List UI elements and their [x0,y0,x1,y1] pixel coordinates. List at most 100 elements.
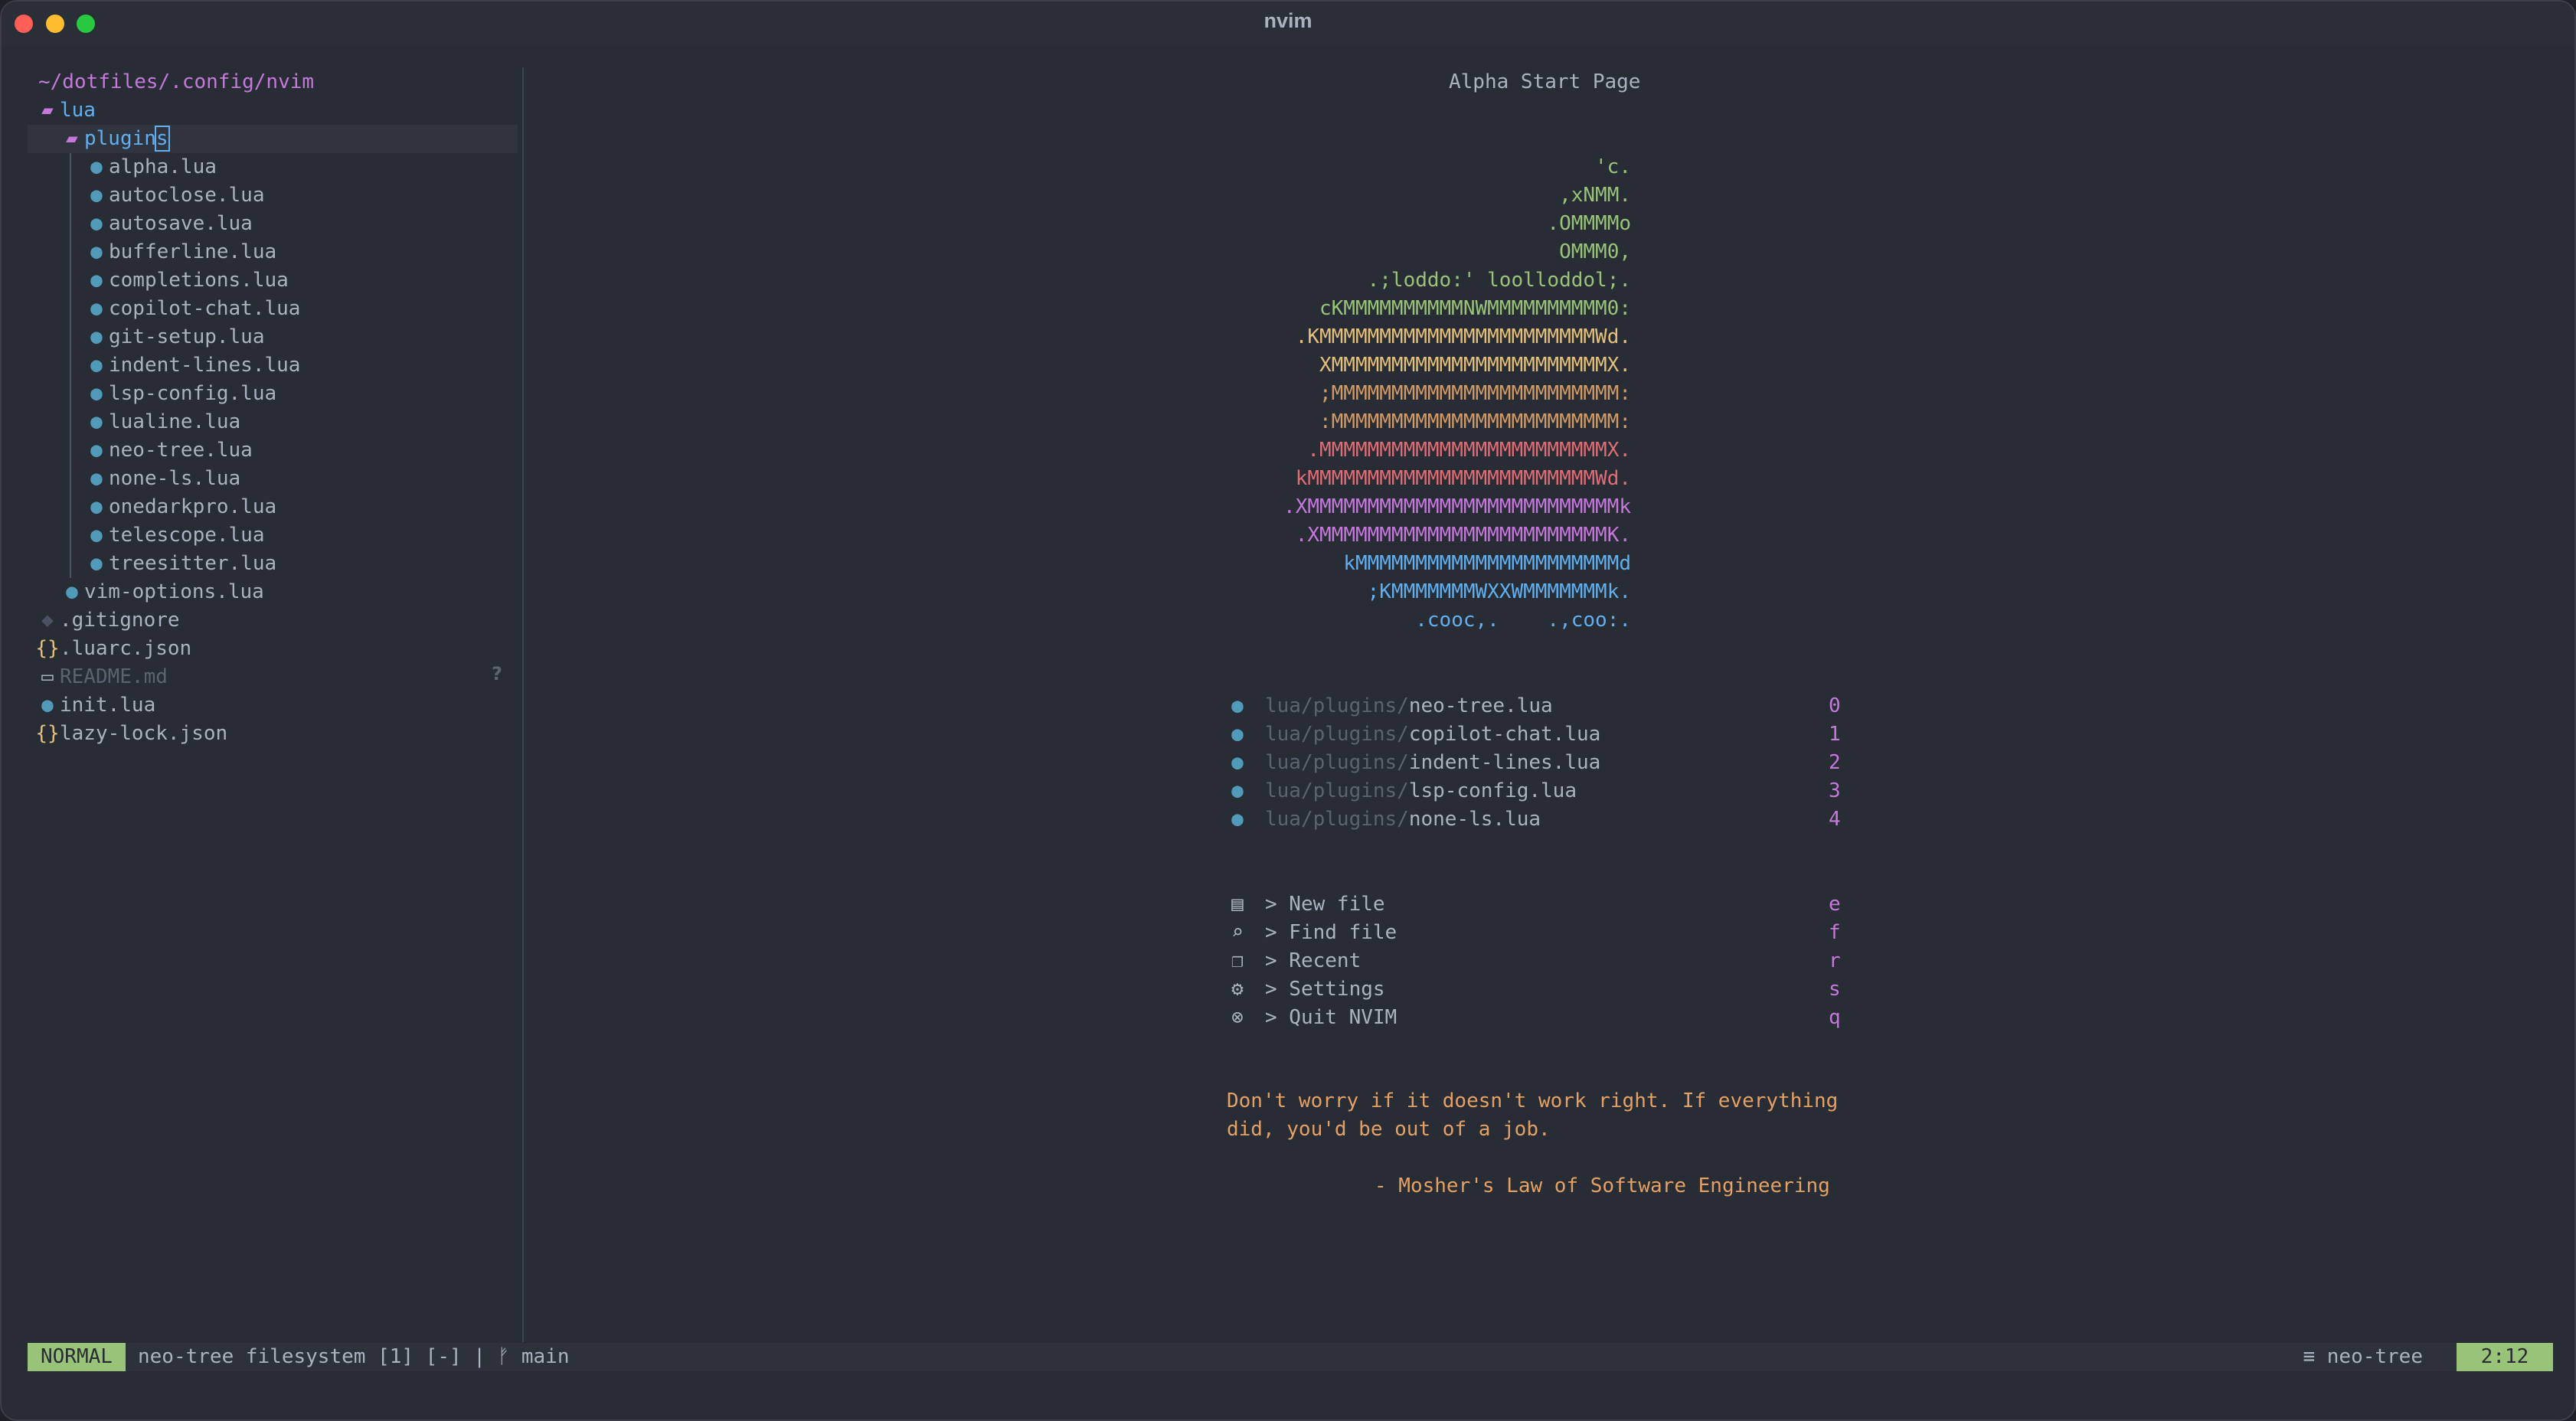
recent-file-dir: lua/plugins/ [1265,751,1409,774]
lua-file-icon: ● [90,524,103,547]
recent-file-item[interactable]: ● lua/plugins/neo-tree.lua 0 [1227,692,1855,720]
ascii-art-line: .MMMMMMMMMMMMMMMMMMMMMMMMX. [1307,439,1631,462]
ascii-art-line: :MMMMMMMMMMMMMMMMMMMMMMMM: [1319,410,1631,433]
lua-file-icon: ● [90,467,103,490]
shortcut-key: 2 [1829,751,1841,774]
window-title: nvim [1263,9,1313,32]
lua-file-icon: ● [1231,694,1244,717]
tree-item-label: indent-lines.lua [109,354,301,377]
recent-file-path: lua/plugins/lsp-config.lua [1265,777,1577,805]
shortcut-key: 0 [1829,694,1841,717]
recent-file-item[interactable]: ● lua/plugins/lsp-config.lua 3 [1227,777,1855,805]
tree-item-label: init.lua [60,694,156,717]
tree-item-label: README.md [60,665,168,688]
tree-item[interactable]: ● init.lua [35,691,155,720]
action-label: > Quit NVIM [1265,1006,1398,1029]
tree-item-label: bufferline.lua [109,240,277,263]
dashboard-title: Alpha Start Page [1449,70,1641,93]
recent-file-name: none-ls.lua [1408,808,1541,831]
quit-icon: ⊗ [1231,1006,1244,1029]
dashboard-action-button[interactable]: ⚙ > Settings s [1227,975,1855,1004]
shortcut-key: r [1829,949,1841,972]
ascii-art-line: ;MMMMMMMMMMMMMMMMMMMMMMMM: [1319,382,1631,405]
action-label: > Settings [1265,978,1385,1001]
title-bar: nvim [2,2,2574,46]
tree-item[interactable]: ● lsp-config.lua [84,380,276,408]
tree-item[interactable]: ▰ plugins [60,125,170,153]
tree-item[interactable]: ● onedarkpro.lua [84,493,276,521]
lua-file-icon: ● [90,552,103,575]
ascii-art-line: ;KMMMMMMMWXXWMMMMMMMk. [1367,580,1631,603]
tree-item[interactable]: ● copilot-chat.lua [84,295,300,323]
lua-file-icon: ● [90,184,103,207]
ascii-art-line: .;loddo:' loolloddol;. [1367,269,1631,292]
tree-item[interactable]: ● autoclose.lua [84,181,264,210]
recent-file-dir: lua/plugins/ [1265,779,1409,802]
shortcut-key: e [1829,893,1841,916]
lua-file-icon: ● [66,580,78,603]
recent-file-name: lsp-config.lua [1408,779,1577,802]
tree-item[interactable]: ▰ lua [35,96,96,125]
shortcut-key: 3 [1829,779,1841,802]
tree-item[interactable]: ● lualine.lua [84,408,240,436]
shortcut-key: q [1829,1006,1841,1029]
ascii-art-line: kMMMMMMMMMMMMMMMMMMMMMMd [1343,552,1631,575]
tree-item[interactable]: ● autosave.lua [84,210,253,238]
recent-file-dir: lua/plugins/ [1265,723,1409,746]
tree-item-label: lazy-lock.json [60,722,228,745]
recent-file-path: lua/plugins/none-ls.lua [1265,805,1541,834]
tree-item[interactable]: ● indent-lines.lua [84,351,300,380]
indent-guide [70,153,71,578]
dashboard-action-button[interactable]: ⊗ > Quit NVIM q [1227,1004,1855,1032]
tree-root-path[interactable]: ~/dotfiles/.config/nvim [38,68,314,96]
tree-item[interactable]: ● none-ls.lua [84,465,240,493]
tree-item[interactable]: ● telescope.lua [84,521,264,550]
recent-file-item[interactable]: ● lua/plugins/copilot-chat.lua 1 [1227,720,1855,749]
recent-file-name: indent-lines.lua [1408,751,1601,774]
ascii-art-line: OMMM0, [1559,240,1631,263]
tree-item-label: alpha.lua [109,155,217,178]
action-label: > Find file [1265,921,1398,944]
recent-file-item[interactable]: ● lua/plugins/indent-lines.lua 2 [1227,749,1855,777]
lua-file-icon: ● [41,694,54,717]
tree-item[interactable]: ● completions.lua [84,266,289,295]
action-label: > Recent [1265,949,1362,972]
tree-item[interactable]: ▭ README.md [35,663,168,691]
tree-item[interactable]: ◆ .gitignore [35,606,180,635]
quote-line-2: did, you'd be out of a job. [1227,1118,1551,1141]
mode-indicator: NORMAL [28,1343,126,1371]
tree-item-label: .gitignore [60,609,180,632]
lua-file-icon: ● [1231,779,1244,802]
lua-file-icon: ● [90,240,103,263]
ascii-art-line: .OMMMMo [1547,212,1631,235]
untracked-badge: ? [492,663,502,684]
lua-file-icon: ● [90,269,103,292]
nvim-window: nvim ~/dotfiles/.config/nvim ▰ lua ▰ plugin… [0,0,2576,1421]
tree-item[interactable]: ● treesitter.lua [84,550,276,578]
json-icon: {} [35,637,60,660]
tree-item[interactable]: {}lazy-lock.json [35,720,227,748]
dashboard-action-button[interactable]: ▤ > New file e [1227,890,1855,919]
lua-file-icon: ● [90,354,103,377]
tree-item[interactable]: ● vim-options.lua [60,578,264,606]
dashboard-action-button[interactable]: ⌕ > Find file f [1227,919,1855,947]
shortcut-key: 1 [1829,723,1841,746]
tree-item-label: autosave.lua [109,212,253,235]
tree-item-label: vim-options.lua [84,580,264,603]
folder-open-icon: ▰ [41,99,54,122]
recent-file-item[interactable]: ● lua/plugins/none-ls.lua 4 [1227,805,1855,834]
tree-item[interactable]: ● git-setup.lua [84,323,264,351]
dashboard-action-button[interactable]: ❐ > Recent r [1227,947,1855,975]
tree-item[interactable]: {}.luarc.json [35,635,191,663]
tree-item[interactable]: ● alpha.lua [84,153,217,181]
pane-divider[interactable] [522,67,524,1342]
tree-item-label: treesitter.lua [109,552,277,575]
tree-item-label: copilot-chat.lua [109,297,301,320]
tree-item[interactable]: ● bufferline.lua [84,238,276,266]
folder-open-icon: ▰ [66,127,78,150]
tree-item-label: lsp-config.lua [109,382,277,405]
cursor-position: 2:12 [2457,1343,2553,1371]
tree-item[interactable]: ● neo-tree.lua [84,436,253,465]
shortcut-key: f [1829,921,1841,944]
ascii-art-line: XMMMMMMMMMMMMMMMMMMMMMMMX. [1319,354,1631,377]
